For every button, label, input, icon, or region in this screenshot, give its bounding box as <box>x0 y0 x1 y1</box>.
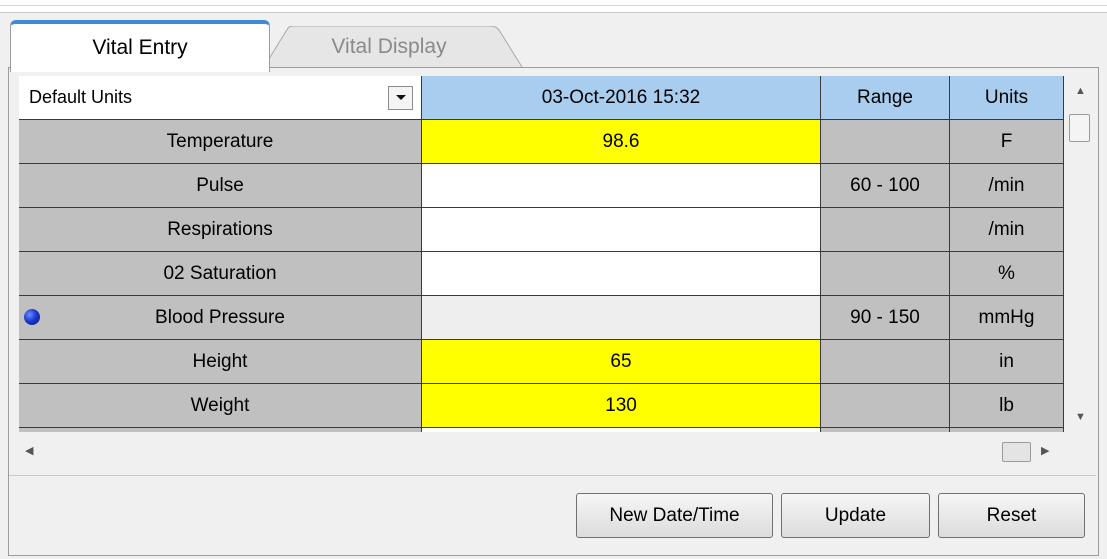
row-label-temperature: Temperature <box>19 120 422 164</box>
vitals-grid: Default Units 03-Oct-2016 15:32 Range Un… <box>19 76 1064 432</box>
value-pulse[interactable] <box>422 164 821 208</box>
chevron-down-icon <box>395 95 406 100</box>
value-respirations[interactable] <box>422 208 821 252</box>
value-blood-pressure[interactable] <box>422 296 821 340</box>
scroll-down-icon[interactable]: ▼ <box>1075 411 1086 423</box>
units-o2-saturation: % <box>950 252 1064 296</box>
range-blood-pressure: 90 - 150 <box>821 296 950 340</box>
units-temperature: F <box>950 120 1064 164</box>
divider <box>9 475 1096 476</box>
row-label-weight: Weight <box>19 384 422 428</box>
scroll-up-icon[interactable]: ▲ <box>1075 85 1086 97</box>
header-units: Units <box>950 76 1064 120</box>
units-dropdown-value: Default Units <box>29 87 133 107</box>
range-respirations <box>821 208 950 252</box>
range-pulse: 60 - 100 <box>821 164 950 208</box>
window-top-line <box>0 5 1107 6</box>
dropdown-button[interactable] <box>388 86 413 110</box>
units-height: in <box>950 340 1064 384</box>
header-range: Range <box>821 76 950 120</box>
tab-vital-display-label: Vital Display <box>331 35 447 58</box>
header-datetime[interactable]: 03-Oct-2016 15:32 <box>422 76 821 120</box>
scroll-left-icon[interactable]: ◀ <box>25 444 33 457</box>
reset-button[interactable]: Reset <box>938 493 1085 538</box>
value-temperature[interactable]: 98.6 <box>422 120 821 164</box>
row-label-blood-pressure: Blood Pressure <box>19 296 422 340</box>
units-pulse: /min <box>950 164 1064 208</box>
range-height <box>821 340 950 384</box>
blood-pressure-label: Blood Pressure <box>155 306 285 328</box>
row-label-pulse: Pulse <box>19 164 422 208</box>
units-blood-pressure: mmHg <box>950 296 1064 340</box>
value-height[interactable]: 65 <box>422 340 821 384</box>
row-label-respirations: Respirations <box>19 208 422 252</box>
scroll-right-icon[interactable]: ▶ <box>1041 444 1049 457</box>
units-respirations: /min <box>950 208 1064 252</box>
vertical-scroll-thumb[interactable] <box>1069 114 1090 142</box>
value-weight[interactable]: 130 <box>422 384 821 428</box>
row-label-o2-saturation: 02 Saturation <box>19 252 422 296</box>
range-temperature <box>821 120 950 164</box>
blue-dot-icon <box>24 309 40 325</box>
units-dropdown[interactable]: Default Units <box>19 76 422 120</box>
update-button[interactable]: Update <box>781 493 930 538</box>
tab-vital-entry-label: Vital Entry <box>92 36 188 59</box>
horizontal-scrollbar[interactable]: ◀ ▶ <box>19 432 1064 468</box>
range-o2-saturation <box>821 252 950 296</box>
vertical-scrollbar[interactable]: ▲ ▼ <box>1064 76 1096 432</box>
range-weight <box>821 384 950 428</box>
tab-vital-display[interactable]: Vital Display <box>254 26 524 68</box>
value-o2-saturation[interactable] <box>422 252 821 296</box>
new-datetime-button[interactable]: New Date/Time <box>576 493 773 538</box>
tab-vital-entry[interactable]: Vital Entry <box>10 20 270 72</box>
units-weight: lb <box>950 384 1064 428</box>
horizontal-scroll-thumb[interactable] <box>1002 442 1031 462</box>
window-top-border <box>0 0 1107 13</box>
row-label-height: Height <box>19 340 422 384</box>
